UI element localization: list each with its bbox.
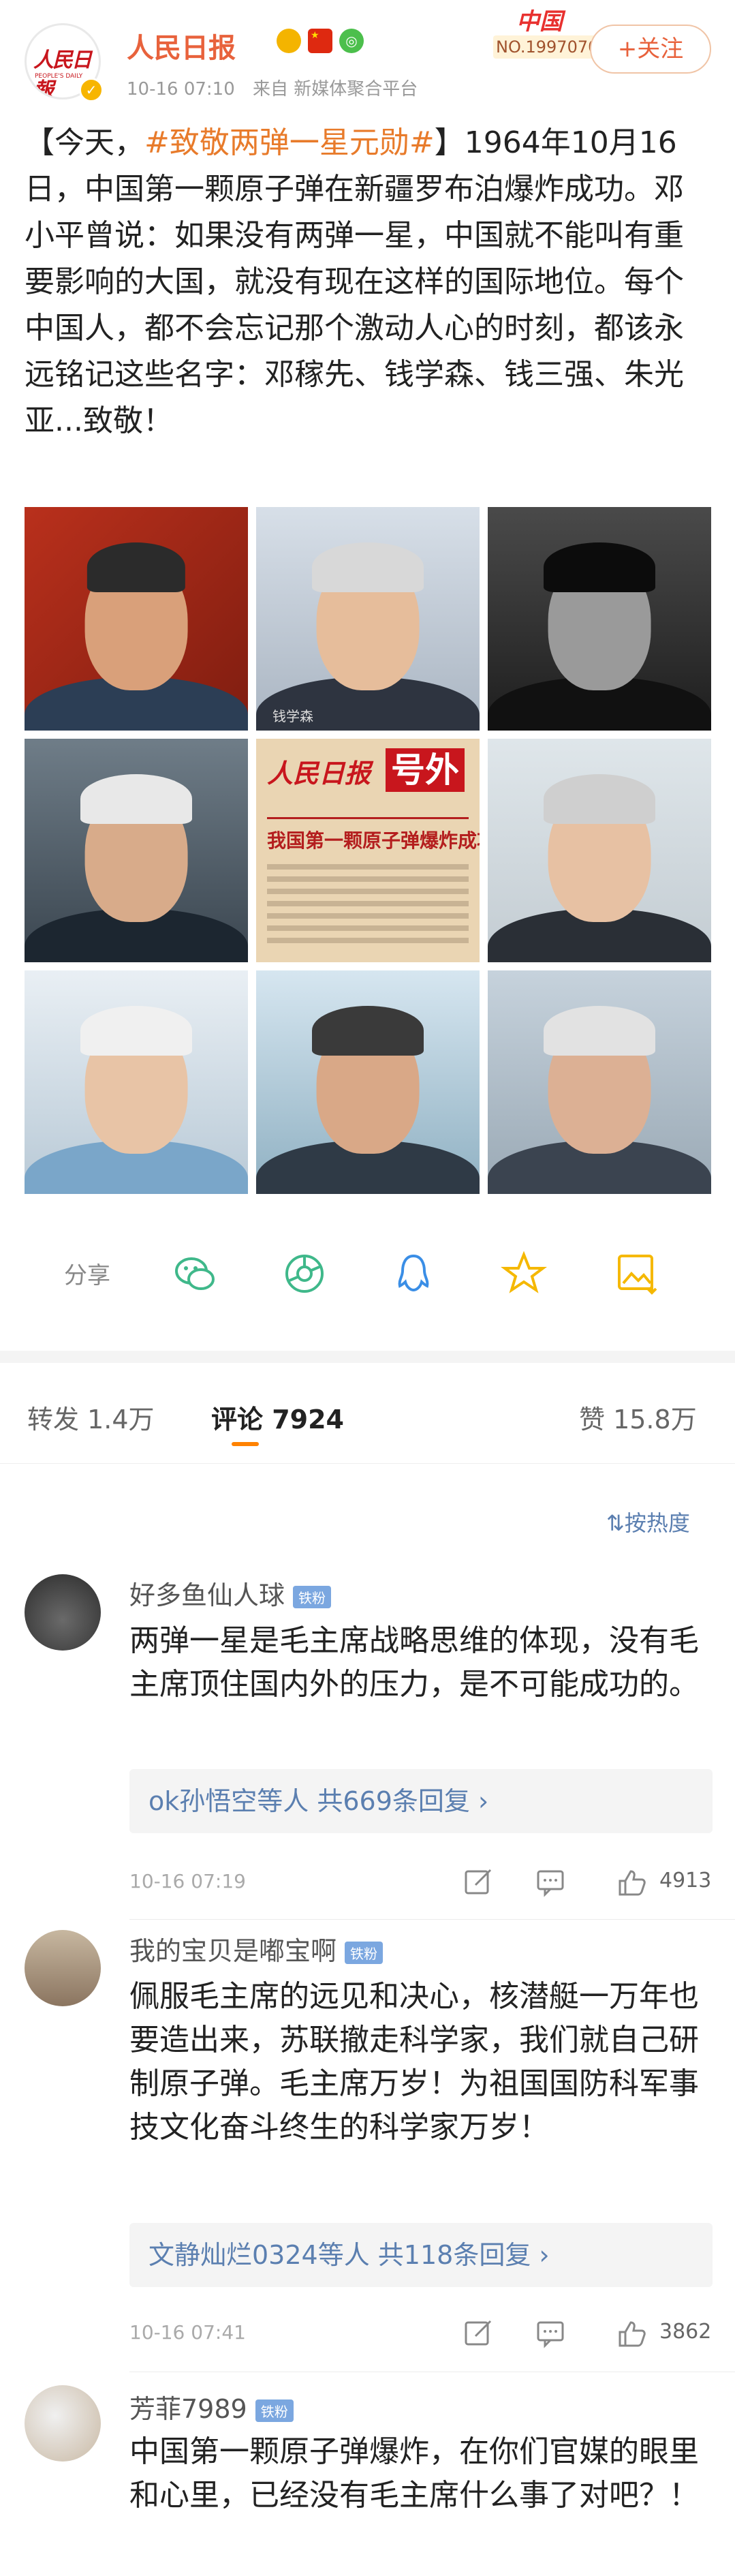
newspaper-extra-label: 号外	[386, 748, 465, 792]
photo-3[interactable]	[488, 507, 711, 731]
post-text: 【今天，#致敬两弹一星元勋#】1964年10月16日，中国第一颗原子弹在新疆罗布…	[25, 120, 713, 444]
commenter-name-row: 好多鱼仙人球 铁粉	[129, 1574, 332, 1612]
topic-link[interactable]: #致敬两弹一星元勋#	[144, 125, 435, 160]
photo-2[interactable]: 钱学森	[256, 507, 480, 731]
commenter-avatar[interactable]	[25, 1930, 101, 2006]
commenter-name[interactable]: 我的宝贝是嘟宝啊	[129, 1936, 337, 1966]
follow-button[interactable]: +关注	[590, 25, 711, 74]
reply-icon[interactable]	[534, 1866, 567, 1899]
commenter-avatar[interactable]	[25, 2385, 101, 2462]
share-comment-icon[interactable]	[462, 2317, 495, 2350]
member-icon: ◎	[339, 29, 364, 53]
photo-6[interactable]	[488, 739, 711, 962]
comment-time: 10-16 07:41	[129, 2321, 246, 2344]
qq-icon[interactable]	[387, 1247, 440, 1300]
comment-text: 佩服毛主席的远见和决心，核潜艇一万年也要造出来，苏联撤走科学家，我们就自己研制原…	[129, 1979, 699, 2145]
sort-icon: ⇅	[606, 1510, 625, 1536]
newspaper-extra: 人民日报 号外 我国第一颗原子弹爆炸成功	[256, 739, 480, 962]
verified-icon: ✓	[79, 78, 104, 102]
fan-tag: 铁粉	[293, 1586, 332, 1608]
comment-item: 我的宝贝是嘟宝啊 铁粉 佩服毛主席的远见和决心，核潜艇一万年也要造出来，苏联撤走科…	[0, 1923, 735, 2348]
like-count: 4913	[659, 1869, 712, 1892]
interaction-tabs: 转发 1.4万 评论 7924 赞 15.8万	[0, 1363, 735, 1464]
fan-tag: 铁粉	[345, 1942, 384, 1964]
tab-likes[interactable]: 赞 15.8万	[579, 1398, 697, 1436]
wechat-icon[interactable]	[169, 1247, 222, 1300]
moments-icon[interactable]	[278, 1247, 331, 1300]
comment-item: 好多鱼仙人球 铁粉 两弹一星是毛主席战略思维的体现，没有毛主席顶住国内外的压力，是…	[0, 1567, 735, 1908]
comment-item: 芳菲7989 铁粉 中国第一颗原子弹爆炸，在你们官媒的眼里和心里，已经没有毛主席什…	[0, 2378, 735, 2576]
comment-footer: 10-16 07:19 4913	[129, 1862, 713, 1903]
logo-subtext: PEOPLE'S DAILY	[35, 73, 83, 80]
commenter-name-row: 我的宝贝是嘟宝啊 铁粉	[129, 1930, 384, 1967]
photo-1[interactable]	[25, 507, 248, 731]
like-icon[interactable]	[616, 1866, 648, 1899]
share-bar: 分享	[0, 1214, 735, 1334]
post-source: 来自 新媒体聚合平台	[253, 79, 418, 99]
photo-5-newspaper[interactable]: 人民日报 号外 我国第一颗原子弹爆炸成功	[256, 739, 480, 962]
comment-text: 中国第一颗原子弹爆炸，在你们官媒的眼里和心里，已经没有毛主席什么事了对吧？！	[129, 2434, 699, 2513]
author-name[interactable]: 人民日报	[127, 26, 236, 65]
comment-replies-link[interactable]: 文静灿烂0324等人 共118条回复 ›	[129, 2223, 713, 2287]
commenter-name[interactable]: 好多鱼仙人球	[129, 1580, 285, 1610]
save-image-icon[interactable]	[610, 1247, 663, 1300]
post-meta: 10-16 07:10 来自 新媒体聚合平台	[127, 75, 430, 100]
post-header: 人民日報 PEOPLE'S DAILY ✓ 人民日报 ◎ 10-16 07:10…	[0, 0, 735, 116]
sort-label: 按热度	[624, 1510, 690, 1536]
china-flag-icon	[308, 29, 332, 53]
qzone-icon[interactable]	[497, 1247, 550, 1300]
active-tab-indicator	[232, 1442, 259, 1446]
sort-button[interactable]: ⇅按热度	[606, 1506, 690, 1537]
fan-tag: 铁粉	[255, 2399, 294, 2422]
commenter-name-row: 芳菲7989 铁粉	[129, 2388, 294, 2425]
comment-text: 两弹一星是毛主席战略思维的体现，没有毛主席顶住国内外的压力，是不可能成功的。	[129, 1623, 699, 1702]
photo-grid: 钱学森 人民日报 号外 我国第一颗原子弹爆炸成功	[25, 507, 711, 1195]
commenter-avatar[interactable]	[25, 1574, 101, 1651]
newspaper-headline: 我国第一颗原子弹爆炸成功	[267, 817, 480, 853]
photo-7[interactable]	[25, 970, 248, 1194]
photo-8[interactable]	[256, 970, 480, 1194]
share-comment-icon[interactable]	[462, 1866, 495, 1899]
comment-replies-link[interactable]: ok孙悟空等人 共669条回复 ›	[129, 1769, 713, 1833]
comment-divider	[129, 1919, 735, 1920]
share-label: 分享	[64, 1262, 110, 1289]
newspaper-body-lines	[267, 864, 469, 943]
tab-repost[interactable]: 转发 1.4万	[27, 1398, 155, 1436]
like-icon[interactable]	[616, 2317, 648, 2350]
comment-footer: 10-16 07:41 3862	[129, 2313, 713, 2354]
comment-time: 10-16 07:19	[129, 1870, 246, 1892]
post-text-prefix: 【今天，	[25, 125, 144, 160]
photo-4[interactable]	[25, 739, 248, 962]
like-count: 3862	[659, 2320, 712, 2344]
reply-icon[interactable]	[534, 2317, 567, 2350]
section-divider	[0, 1351, 735, 1363]
commenter-name[interactable]: 芳菲7989	[129, 2394, 247, 2424]
photo-caption: 钱学森	[272, 708, 313, 724]
photo-9[interactable]	[488, 970, 711, 1194]
author-badges: ◎	[277, 29, 364, 53]
post-text-body: 】1964年10月16日，中国第一颗原子弹在新疆罗布泊爆炸成功。邓小平曾说：如果…	[25, 125, 684, 438]
post-time: 10-16 07:10	[127, 79, 235, 99]
tab-comments[interactable]: 评论 7924	[211, 1398, 344, 1436]
crown-icon	[277, 29, 301, 53]
